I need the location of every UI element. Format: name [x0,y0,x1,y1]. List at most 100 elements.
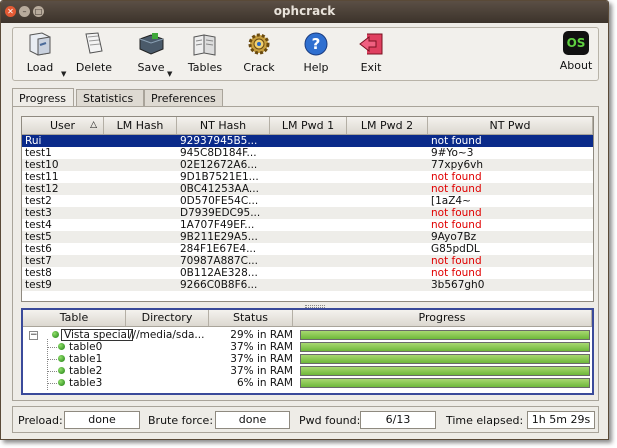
col-header-lm-pwd-2[interactable]: LM Pwd 2 [347,117,428,134]
cell-lm-hash [104,195,177,207]
cell-lm-hash [104,171,177,183]
users-table: User △ LM Hash NT Hash LM Pwd 1 LM Pwd 2… [21,116,594,302]
table-row[interactable]: Rui 92937945B5... not found [22,135,593,147]
title-bar[interactable]: ✕ – □ ophcrack [1,1,608,23]
col-header-lm-hash[interactable]: LM Hash [104,117,177,134]
cell-lm-pwd-2 [347,159,428,171]
time-elapsed-label: Time elapsed: [446,414,524,427]
delete-button[interactable]: Delete [71,30,117,78]
tables-table-body: − Vista special///media/sda... 29% in RAM t… [23,327,592,390]
cell-nt-hash: 0BC41253AA... [180,183,259,195]
col-header-directory[interactable]: Directory [126,310,209,326]
table-row[interactable]: test11 9D1B7521E1... not found [22,171,593,183]
cell-lm-hash [104,255,177,267]
cell-user: test8 [25,267,52,279]
col-header-status[interactable]: Status [209,310,293,326]
col-header-progress[interactable]: Progress [293,310,592,326]
cell-lm-hash [104,219,177,231]
table-row[interactable]: − Vista special///media/sda... 29% in RAM [23,329,592,341]
cell-lm-pwd-1 [270,279,347,291]
table-row[interactable]: test7 70987A887C... not found [22,255,593,267]
table-row[interactable]: test8 0B112AE328... not found [22,267,593,279]
save-dropdown-arrow-icon[interactable]: ▼ [167,70,172,78]
exit-icon [357,31,385,57]
users-table-header: User △ LM Hash NT Hash LM Pwd 1 LM Pwd 2… [22,117,593,135]
table-row[interactable]: test1 945C8D184F... 9#Yo~3 [22,147,593,159]
about-button[interactable]: OS About [557,30,595,78]
col-header-nt-hash[interactable]: NT Hash [177,117,270,134]
progress-bar [300,342,590,352]
help-button[interactable]: ? Help [299,30,333,78]
cell-user: test12 [25,183,59,195]
table-row[interactable]: table3 6% in RAM [23,377,592,389]
table-name: Vista special [61,329,133,341]
table-row[interactable]: test3 D7939EDC95... not found [22,207,593,219]
table-status: 37% in RAM [230,341,293,353]
tab-progress[interactable]: Progress [12,88,74,107]
cell-nt-hash: 9266C0B8F6... [180,279,258,291]
progress-panel: User △ LM Hash NT Hash LM Pwd 1 LM Pwd 2… [12,106,599,401]
table-row[interactable]: table0 37% in RAM [23,341,592,353]
tables-label: Tables [187,61,223,74]
about-logo-text: OS [566,36,586,50]
col-header-table[interactable]: Table [23,310,126,326]
table-row[interactable]: test4 1A707F49EF... not found [22,219,593,231]
cell-user: test7 [25,255,52,267]
tree-branch-line [47,371,57,372]
cell-nt-pwd: not found [431,207,482,219]
crack-button[interactable]: Crack [239,30,279,78]
cell-lm-hash [104,135,177,147]
table-row[interactable]: test10 02E12672A6... 77xpy6vh [22,159,593,171]
table-status-dot-icon [52,331,59,338]
table-row[interactable]: test6 284F1E67E4... G85pdDL [22,243,593,255]
exit-button[interactable]: Exit [355,30,387,78]
table-row[interactable]: test12 0BC41253AA... not found [22,183,593,195]
cell-nt-hash: 284F1E67E4... [180,243,257,255]
preload-value: done [64,411,140,429]
app-window: ✕ – □ ophcrack Load ▼ Delete Save ▼ Tabl… [0,0,609,440]
cell-lm-pwd-2 [347,183,428,195]
progress-bar [300,330,590,340]
load-dropdown-arrow-icon[interactable]: ▼ [61,70,66,78]
cell-lm-pwd-2 [347,255,428,267]
col-header-nt-pwd[interactable]: NT Pwd [428,117,593,134]
load-label: Load [26,61,54,74]
collapse-tree-icon[interactable]: − [29,331,38,340]
cell-nt-pwd: 77xpy6vh [431,159,484,171]
load-icon [26,31,54,57]
load-button[interactable]: Load ▼ [21,30,66,78]
cell-lm-pwd-2 [347,267,428,279]
cell-nt-pwd: 3b567gh0 [431,279,485,291]
table-row[interactable]: test9 9266C0B8F6... 3b567gh0 [22,279,593,291]
tables-button[interactable]: Tables [185,30,225,78]
cell-nt-pwd: not found [431,267,482,279]
table-row[interactable]: table2 37% in RAM [23,365,592,377]
col-user-label: User [49,119,76,132]
cell-lm-pwd-2 [347,171,428,183]
progress-bar-fill [301,355,589,363]
cell-user: Rui [25,135,42,147]
tree-branch-line [47,383,57,384]
cell-lm-pwd-2 [347,147,428,159]
col-header-lm-pwd-1[interactable]: LM Pwd 1 [270,117,347,134]
table-status: 37% in RAM [230,365,293,377]
cell-nt-pwd: [1aZ4~ [431,195,471,207]
tab-statistics[interactable]: Statistics [76,89,144,107]
save-button[interactable]: Save ▼ [132,30,172,78]
cell-lm-hash [104,279,177,291]
table-row[interactable]: table1 37% in RAM [23,353,592,365]
table-row[interactable]: test5 9B211E29A5... 9Ayo7Bz [22,231,593,243]
table-name: table3 [69,377,103,389]
brute-force-label: Brute force: [148,414,214,427]
tab-preferences[interactable]: Preferences [144,89,223,107]
cell-user: test4 [25,219,52,231]
table-row[interactable]: test2 0D570FE54C... [1aZ4~ [22,195,593,207]
tables-icon [191,31,219,57]
cell-nt-hash: 0B112AE328... [180,267,258,279]
cell-lm-pwd-1 [270,135,347,147]
col-header-user[interactable]: User △ [22,117,104,134]
table-status: 6% in RAM [236,377,293,389]
cell-user: test10 [25,159,59,171]
cell-nt-hash: D7939EDC95... [180,207,261,219]
cell-lm-pwd-1 [270,207,347,219]
